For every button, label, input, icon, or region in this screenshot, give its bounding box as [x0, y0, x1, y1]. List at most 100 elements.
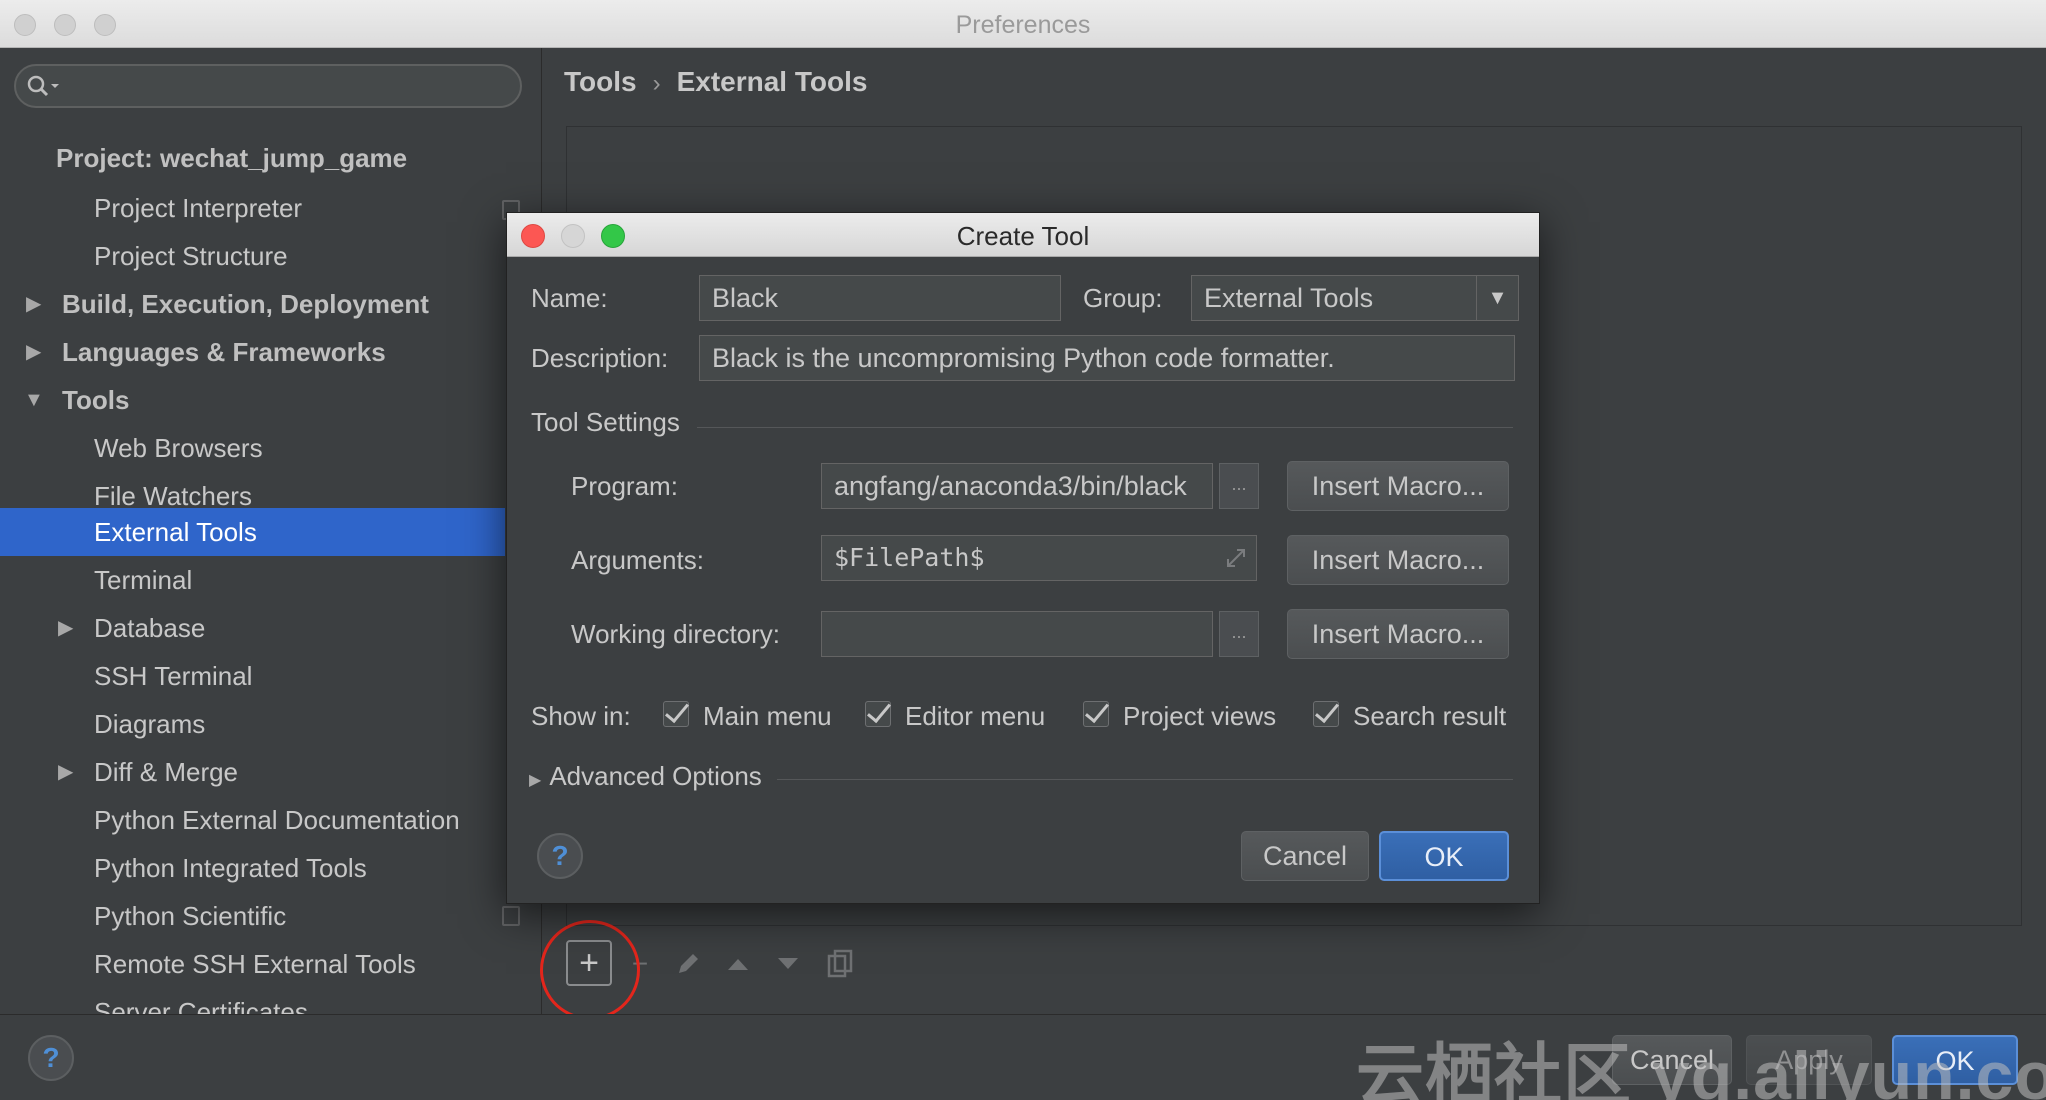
- editor-menu-checkbox[interactable]: [865, 701, 891, 727]
- arguments-input[interactable]: $FilePath$: [821, 535, 1257, 581]
- sidebar-item-remote-ssh-external-tools[interactable]: Remote SSH External Tools: [0, 940, 541, 988]
- name-label: Name:: [531, 283, 608, 313]
- watermark: 云栖社区 yq.aliyun.com: [1356, 1038, 2046, 1100]
- group-select[interactable]: External Tools ▼: [1191, 275, 1519, 321]
- sidebar-item-label: Terminal: [94, 565, 193, 595]
- search-result-checkbox-label[interactable]: Search result: [1353, 701, 1506, 731]
- sidebar-item-label: SSH Terminal: [94, 661, 253, 691]
- arguments-label: Arguments:: [571, 545, 704, 575]
- window-titlebar: Preferences: [0, 0, 2046, 48]
- settings-search-input[interactable]: [14, 64, 522, 108]
- working-directory-input[interactable]: [821, 611, 1213, 657]
- annotation-circle: [533, 913, 647, 1027]
- sidebar-item-languages-frameworks[interactable]: ▶ Languages & Frameworks: [0, 328, 541, 376]
- collapse-arrow-icon[interactable]: ▼: [24, 376, 44, 424]
- program-label: Program:: [571, 471, 678, 501]
- create-tool-dialog: Create Tool Name: Black Group: External …: [506, 212, 1540, 904]
- sidebar-item-label: Remote SSH External Tools: [94, 949, 416, 979]
- expand-arrow-icon[interactable]: ▶: [58, 748, 73, 796]
- settings-sidebar: Project: wechat_jump_game Project Interp…: [0, 48, 542, 1014]
- dialog-titlebar: Create Tool: [507, 213, 1539, 257]
- sidebar-item-label: Diagrams: [94, 709, 206, 739]
- program-input[interactable]: angfang/anaconda3/bin/black: [821, 463, 1213, 509]
- sidebar-item-diagrams[interactable]: Diagrams: [0, 700, 541, 748]
- expand-arrow-icon[interactable]: ▶: [26, 280, 41, 328]
- sidebar-item-label: Python Integrated Tools: [94, 853, 367, 883]
- sidebar-item-python-external-documentation[interactable]: Python External Documentation: [0, 796, 541, 844]
- group-select-value: External Tools: [1204, 283, 1374, 313]
- dialog-cancel-button[interactable]: Cancel: [1241, 831, 1369, 881]
- sidebar-item-label: Web Browsers: [94, 433, 263, 463]
- working-directory-label: Working directory:: [571, 619, 781, 649]
- breadcrumb: Tools › External Tools: [564, 66, 867, 106]
- working-directory-browse-button[interactable]: ...: [1219, 611, 1259, 657]
- show-in-label: Show in:: [531, 701, 631, 731]
- sidebar-item-label: Tools: [62, 385, 130, 415]
- arguments-input-value: $FilePath$: [834, 543, 985, 572]
- arguments-insert-macro-button[interactable]: Insert Macro...: [1287, 535, 1509, 585]
- advanced-options-label: Advanced Options: [549, 761, 762, 791]
- name-input[interactable]: Black: [699, 275, 1061, 321]
- project-views-checkbox-label[interactable]: Project views: [1123, 701, 1276, 731]
- project-header: Project: wechat_jump_game: [0, 134, 541, 182]
- move-up-icon[interactable]: [714, 940, 762, 988]
- sidebar-item-label: Python External Documentation: [94, 805, 460, 835]
- sidebar-item-label: Diff & Merge: [94, 757, 239, 787]
- expand-arrow-icon: ▶: [529, 772, 542, 789]
- search-icon: [27, 75, 59, 97]
- edit-pencil-icon[interactable]: [664, 940, 712, 988]
- program-browse-button[interactable]: ...: [1219, 463, 1259, 509]
- breadcrumb-current: External Tools: [676, 66, 868, 97]
- expand-field-icon[interactable]: [1224, 546, 1248, 570]
- description-input[interactable]: Black is the uncompromising Python code …: [699, 335, 1515, 381]
- main-menu-checkbox-label[interactable]: Main menu: [703, 701, 832, 731]
- move-down-icon[interactable]: [764, 940, 812, 988]
- advanced-options-divider: [777, 779, 1513, 780]
- expand-arrow-icon[interactable]: ▶: [26, 328, 41, 376]
- sidebar-item-terminal[interactable]: Terminal: [0, 556, 541, 604]
- sidebar-item-python-integrated-tools[interactable]: Python Integrated Tools: [0, 844, 541, 892]
- sidebar-item-label: Server Certificates: [94, 997, 308, 1014]
- sidebar-item-label: Project Structure: [94, 241, 288, 271]
- editor-menu-checkbox-label[interactable]: Editor menu: [905, 701, 1045, 731]
- breadcrumb-separator: ›: [652, 70, 661, 97]
- sidebar-item-python-scientific[interactable]: Python Scientific: [0, 892, 541, 940]
- sidebar-item-label: Build, Execution, Deployment: [62, 289, 429, 319]
- sidebar-item-project-interpreter[interactable]: Project Interpreter: [0, 184, 541, 232]
- help-button[interactable]: ?: [28, 1035, 74, 1081]
- dialog-help-button[interactable]: ?: [537, 833, 583, 879]
- sidebar-item-diff-merge[interactable]: ▶ Diff & Merge: [0, 748, 541, 796]
- sidebar-item-web-browsers[interactable]: Web Browsers: [0, 424, 541, 472]
- group-label: Group:: [1083, 283, 1163, 313]
- dialog-title: Create Tool: [956, 221, 1090, 251]
- sidebar-item-project-structure[interactable]: Project Structure: [0, 232, 541, 280]
- sidebar-item-build-execution-deployment[interactable]: ▶ Build, Execution, Deployment: [0, 280, 541, 328]
- sidebar-item-label: Languages & Frameworks: [62, 337, 386, 367]
- sidebar-item-label: Project Interpreter: [94, 193, 303, 223]
- program-insert-macro-button[interactable]: Insert Macro...: [1287, 461, 1509, 511]
- chevron-down-icon[interactable]: ▼: [1476, 276, 1518, 320]
- breadcrumb-parent[interactable]: Tools: [564, 66, 637, 97]
- project-settings-icon: [502, 906, 520, 926]
- advanced-options-toggle[interactable]: ▶ Advanced Options: [529, 761, 762, 796]
- sidebar-item-label: Database: [94, 613, 206, 643]
- sidebar-item-server-certificates[interactable]: Server Certificates: [0, 988, 541, 1014]
- window-title: Preferences: [955, 11, 1091, 39]
- project-header-label: Project: wechat_jump_game: [56, 143, 408, 173]
- expand-arrow-icon[interactable]: ▶: [58, 604, 73, 652]
- sidebar-item-tools[interactable]: ▼ Tools: [0, 376, 541, 424]
- sidebar-item-label: External Tools: [94, 517, 257, 547]
- tool-settings-divider: [697, 427, 1513, 428]
- sidebar-item-label: Python Scientific: [94, 901, 287, 931]
- working-directory-insert-macro-button[interactable]: Insert Macro...: [1287, 609, 1509, 659]
- project-views-checkbox[interactable]: [1083, 701, 1109, 727]
- sidebar-item-external-tools[interactable]: External Tools: [0, 508, 505, 556]
- search-result-checkbox[interactable]: [1313, 701, 1339, 727]
- description-label: Description:: [531, 343, 669, 373]
- main-menu-checkbox[interactable]: [663, 701, 689, 727]
- copy-tool-icon[interactable]: [816, 940, 864, 988]
- dialog-ok-button[interactable]: OK: [1379, 831, 1509, 881]
- sidebar-item-ssh-terminal[interactable]: SSH Terminal: [0, 652, 541, 700]
- sidebar-item-database[interactable]: ▶ Database: [0, 604, 541, 652]
- tool-settings-heading: Tool Settings: [531, 407, 680, 437]
